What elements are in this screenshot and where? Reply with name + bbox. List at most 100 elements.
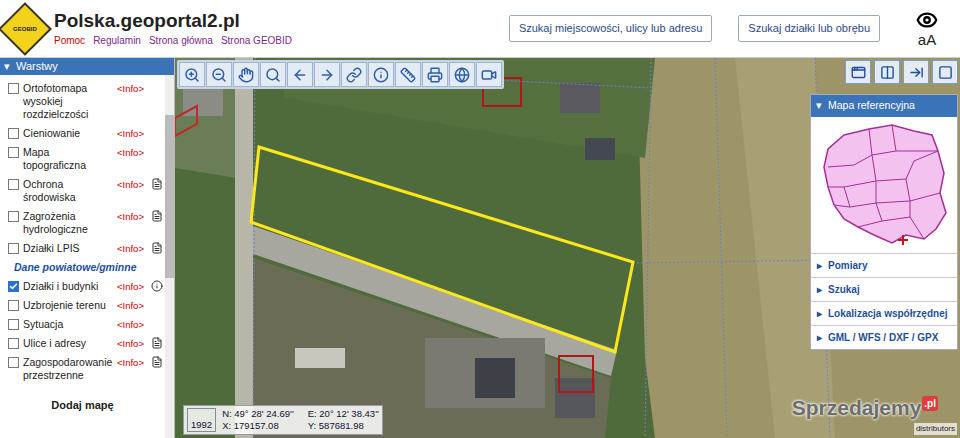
info-link[interactable]: <Info> <box>117 82 147 95</box>
layout-button[interactable] <box>845 60 871 84</box>
toolbar-button[interactable] <box>395 62 421 87</box>
layer-item[interactable]: Ulice i adresy <Info> <box>0 334 165 353</box>
header-link[interactable]: Strona GEOBID <box>221 34 292 47</box>
toolbar-button[interactable] <box>449 62 475 87</box>
document-info-icon[interactable] <box>151 280 163 292</box>
info-link[interactable]: <Info> <box>117 299 147 312</box>
layer-section: Dane powiatowe/gminne <box>0 258 165 277</box>
toolbar-button[interactable] <box>179 62 205 87</box>
map[interactable]: ▾Mapa referencyjna ▸Pomiary▸Szukaj▸Lokali… <box>175 58 960 438</box>
layout-button[interactable] <box>874 60 900 84</box>
attribution: distributors <box>914 423 957 435</box>
search-button[interactable]: Szukaj miejscowości, ulicy lub adresu <box>509 15 712 42</box>
toolbar-button[interactable] <box>476 62 502 87</box>
info-link[interactable]: <Info> <box>117 280 147 293</box>
info-link[interactable]: <Info> <box>117 146 147 159</box>
info-link[interactable]: <Info> <box>117 318 147 331</box>
header-link[interactable]: Strona główna <box>149 34 213 47</box>
layer-item[interactable]: Zagrożenia hydrologiczne<Info> <box>0 207 165 239</box>
info-link[interactable]: <Info> <box>117 178 147 191</box>
add-map-button[interactable]: Dodaj mapę <box>0 397 165 414</box>
toolbar-button[interactable] <box>260 62 286 87</box>
layer-item[interactable]: Ochrona środowiska <Info> <box>0 175 165 207</box>
toolbar-button[interactable] <box>368 62 394 87</box>
layer-checkbox[interactable] <box>8 319 19 330</box>
arrow-right-icon <box>319 67 335 83</box>
header-link[interactable]: Pomoc <box>54 34 85 47</box>
panel-menu-item[interactable]: ▸Lokalizacja współrzędnej <box>811 301 957 325</box>
info-link[interactable]: <Info> <box>117 242 147 255</box>
globe-icon <box>454 67 470 83</box>
panel-menu-item[interactable]: ▸Pomiary <box>811 253 957 277</box>
site-title[interactable]: Polska.geoportal2.pl <box>54 10 292 32</box>
layout-button[interactable] <box>932 60 958 84</box>
window-icon <box>851 65 866 80</box>
eye-icon[interactable] <box>916 9 938 31</box>
ruler-icon <box>400 67 416 83</box>
square-icon <box>938 65 953 80</box>
layer-checkbox[interactable] <box>8 179 19 190</box>
info-link[interactable]: <Info> <box>117 210 147 223</box>
layer-item[interactable]: Mapa topograficzna <Info> <box>0 143 165 175</box>
layer-checkbox[interactable] <box>8 338 19 349</box>
logo[interactable]: GEOBID <box>0 2 52 56</box>
columns-icon <box>880 65 895 80</box>
check-icon <box>9 282 18 291</box>
layer-label: Uzbrojenie terenu <box>23 299 113 312</box>
coordinate-system-select[interactable]: 1992 <box>187 408 216 432</box>
search-button[interactable]: Szukaj działki lub obrębu <box>738 15 880 42</box>
layer-checkbox[interactable] <box>8 281 19 292</box>
toolbar-button[interactable] <box>422 62 448 87</box>
info-link[interactable]: <Info> <box>117 337 147 350</box>
watermark: Sprzedajemy.pl <box>792 396 938 420</box>
panel-menu-item[interactable]: ▸Szukaj <box>811 277 957 301</box>
panel-menu-item[interactable]: ▸GML / WFS / DXF / GPX <box>811 325 957 349</box>
zoom-out-icon <box>211 67 227 83</box>
layer-label: Ochrona środowiska <box>23 178 113 204</box>
layer-checkbox[interactable] <box>8 83 19 94</box>
document-icon[interactable] <box>151 356 163 368</box>
toolbar-button[interactable] <box>341 62 367 87</box>
document-icon[interactable] <box>151 178 163 190</box>
document-icon[interactable] <box>151 242 163 254</box>
toolbar-button[interactable] <box>233 62 259 87</box>
poland-map-icon[interactable] <box>814 121 954 249</box>
selected-parcel <box>251 147 633 352</box>
header-link[interactable]: Regulamin <box>93 34 141 47</box>
layer-checkbox[interactable] <box>8 147 19 158</box>
scrollbar[interactable] <box>165 75 174 438</box>
document-icon[interactable] <box>151 337 163 349</box>
layout-button[interactable] <box>903 60 929 84</box>
layer-item[interactable]: Ortofotomapa wysokiej rozdzielczości<Inf… <box>0 79 165 124</box>
info-link[interactable]: <Info> <box>117 356 147 369</box>
layer-label: Cieniowanie <box>23 127 113 140</box>
layer-label: Sytuacja <box>23 318 113 331</box>
toolbar-button[interactable] <box>287 62 313 87</box>
coordinates-box: 1992N: 49° 28' 24.69''E: 20° 12' 38.43''… <box>183 405 383 435</box>
layer-checkbox[interactable] <box>8 357 19 368</box>
document-icon[interactable] <box>151 210 163 222</box>
layer-item[interactable]: Uzbrojenie terenu <Info> <box>0 296 165 315</box>
layer-item[interactable]: Działki i budynki<Info> <box>0 277 165 296</box>
info-link[interactable]: <Info> <box>117 127 147 140</box>
layer-item[interactable]: Sytuacja <Info> <box>0 315 165 334</box>
layer-label: Ulice i adresy <box>23 337 113 350</box>
layer-checkbox[interactable] <box>8 128 19 139</box>
layers-header[interactable]: ▾Warstwy <box>0 58 174 75</box>
font-size-toggle[interactable]: aA <box>918 31 936 48</box>
link-icon <box>346 67 362 83</box>
layer-checkbox[interactable] <box>8 211 19 222</box>
layer-item[interactable]: Zagospodarowanie przestrzenne<Info> <box>0 353 165 385</box>
layer-checkbox[interactable] <box>8 300 19 311</box>
zoom-in-icon <box>184 67 200 83</box>
layer-item[interactable]: Działki LPIS<Info> <box>0 239 165 258</box>
toolbar-button[interactable] <box>314 62 340 87</box>
layer-item[interactable]: Cieniowanie <Info> <box>0 124 165 143</box>
right-panel: ▾Mapa referencyjna ▸Pomiary▸Szukaj▸Lokali… <box>810 94 958 350</box>
arrow-left-icon <box>292 67 308 83</box>
layer-label: Mapa topograficzna <box>23 146 113 172</box>
header: GEOBIDPolska.geoportal2.pl Pomoc Regulamin… <box>0 0 960 58</box>
reference-map-header[interactable]: ▾Mapa referencyjna <box>811 95 957 117</box>
toolbar-button[interactable] <box>206 62 232 87</box>
layer-checkbox[interactable] <box>8 243 19 254</box>
